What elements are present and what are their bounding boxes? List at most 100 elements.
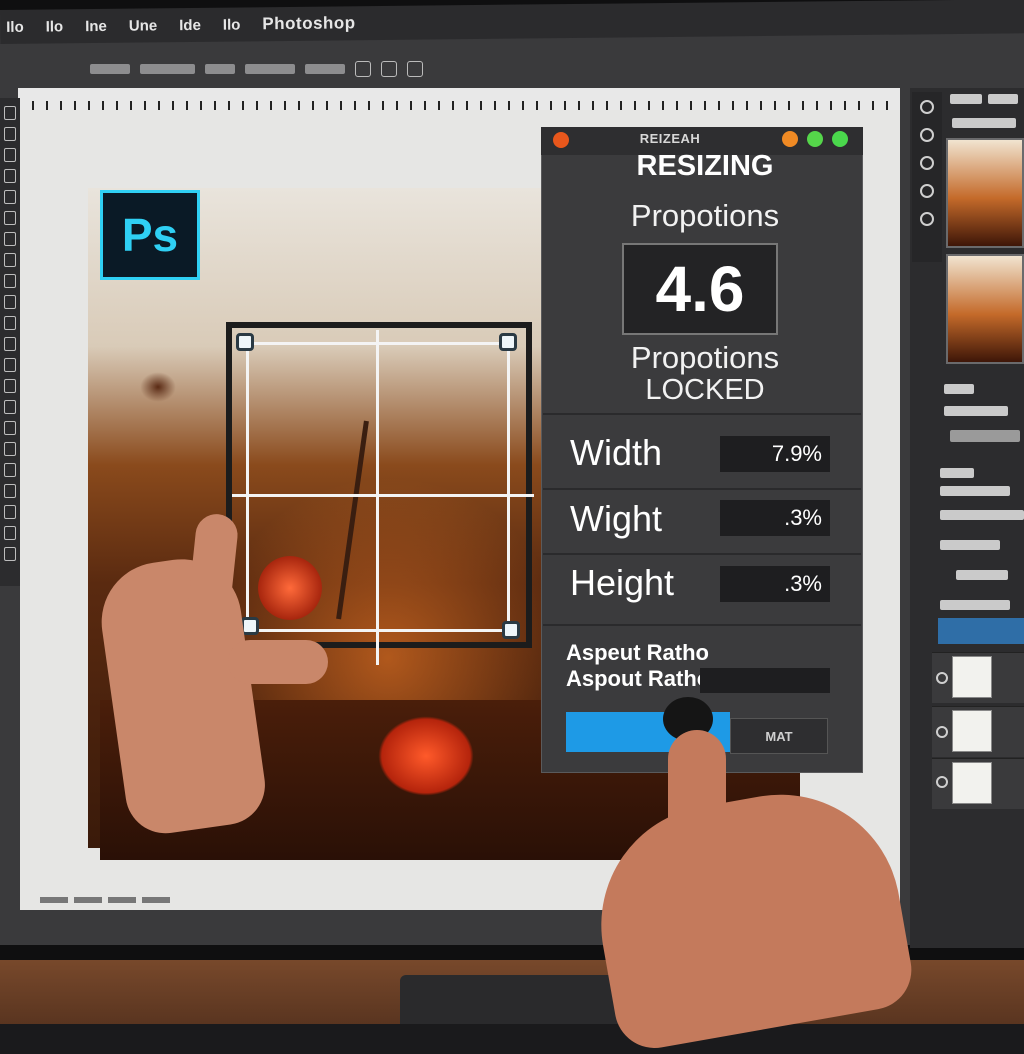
width-field[interactable]: 7.9% (720, 436, 830, 472)
tool-icon[interactable] (4, 169, 16, 183)
thumbnail[interactable] (946, 138, 1024, 248)
close-icon[interactable] (553, 132, 569, 148)
tool-icon[interactable] (4, 400, 16, 414)
crop-handle[interactable] (499, 333, 517, 351)
zoom-icon[interactable] (832, 131, 848, 147)
layer-thumbnail (952, 656, 992, 698)
crop-handle[interactable] (502, 621, 520, 639)
tool-icon[interactable] (4, 295, 16, 309)
tool-icon[interactable] (4, 274, 16, 288)
proportions-locked-label: Propotions (630, 340, 780, 375)
flower-decoration (378, 716, 474, 796)
panel-tab[interactable] (988, 94, 1018, 104)
thumbnail[interactable] (946, 254, 1024, 364)
menu-item[interactable]: Une (129, 17, 158, 34)
menu-item[interactable]: Ilo (46, 18, 64, 35)
eye-icon[interactable] (936, 672, 948, 684)
layer-thumbnail (952, 762, 992, 804)
tool-icon[interactable] (4, 127, 16, 141)
divider (543, 488, 861, 490)
panel-row[interactable] (940, 510, 1024, 520)
panel-tab[interactable] (950, 94, 982, 104)
tool-icon[interactable] (4, 526, 16, 540)
panel-row[interactable] (940, 540, 1000, 550)
status-bar (40, 897, 240, 909)
panel-slider[interactable] (950, 430, 1020, 442)
tool-icon[interactable] (4, 148, 16, 162)
panel-row[interactable] (944, 406, 1008, 416)
menu-item[interactable]: Ilo (223, 16, 241, 33)
tool-icon[interactable] (4, 484, 16, 498)
tool-icon[interactable] (4, 316, 16, 330)
panel-row[interactable] (940, 468, 974, 478)
ruler (18, 88, 900, 110)
panel-row[interactable] (940, 600, 1010, 610)
weight-field[interactable]: .3% (720, 500, 830, 536)
tool-icon[interactable] (4, 421, 16, 435)
maximize-icon[interactable] (807, 131, 823, 147)
option-item[interactable] (305, 64, 345, 74)
ratio-value: 4.6 (622, 243, 778, 335)
height-label: Height (570, 562, 675, 603)
panel-tab[interactable] (952, 118, 1016, 128)
layers-tab[interactable] (938, 618, 1024, 644)
panel-row[interactable] (944, 384, 974, 394)
height-field[interactable]: .3% (720, 566, 830, 602)
option-item[interactable] (90, 64, 130, 74)
option-item[interactable] (245, 64, 295, 74)
tool-icon[interactable] (4, 442, 16, 456)
dialog-title: RESIZING (636, 150, 774, 182)
tool-icon[interactable] (4, 463, 16, 477)
weight-label: Wight (570, 498, 663, 539)
menu-item[interactable]: Ilo (6, 18, 24, 35)
divider (543, 624, 861, 626)
proportions-label: Propotions (630, 198, 780, 233)
menu-item[interactable]: Ine (85, 17, 107, 34)
tool-icon[interactable] (4, 379, 16, 393)
tool-icon[interactable] (4, 505, 16, 519)
tool-bar (0, 98, 20, 586)
divider (543, 553, 861, 555)
width-label: Width (570, 432, 663, 473)
app-title: Photoshop (262, 13, 356, 34)
crop-gridline (232, 494, 534, 497)
flower-decoration (140, 372, 176, 402)
panel-icon[interactable] (920, 128, 934, 142)
option-toggle-icon[interactable] (407, 61, 423, 77)
option-item[interactable] (205, 64, 235, 74)
panel-icon[interactable] (920, 212, 934, 226)
panel-icon[interactable] (920, 100, 934, 114)
dialog-subtitle: REIZEAH (639, 131, 701, 146)
panel-row[interactable] (956, 570, 1008, 580)
panel-icon[interactable] (920, 156, 934, 170)
hand-finger (668, 730, 726, 890)
crop-handle[interactable] (236, 333, 254, 351)
option-toggle-icon[interactable] (355, 61, 371, 77)
panel-row[interactable] (940, 486, 1010, 496)
layer-thumbnail (952, 710, 992, 752)
aspect-ratio-field[interactable] (700, 668, 830, 693)
minimize-icon[interactable] (782, 131, 798, 147)
tool-icon[interactable] (4, 358, 16, 372)
tool-icon[interactable] (4, 106, 16, 120)
secondary-button[interactable]: MAT (730, 718, 828, 754)
tool-icon[interactable] (4, 190, 16, 204)
tool-icon[interactable] (4, 211, 16, 225)
option-toggle-icon[interactable] (381, 61, 397, 77)
locked-status: LOCKED (645, 374, 765, 406)
aspect-ratio-label: Aspeut Ratho (566, 640, 709, 665)
tool-icon[interactable] (4, 337, 16, 351)
tool-icon[interactable] (4, 232, 16, 246)
eye-icon[interactable] (936, 726, 948, 738)
aspect-ratio-label: Aspout Ratho (566, 666, 711, 691)
eye-icon[interactable] (936, 776, 948, 788)
panel-icon[interactable] (920, 184, 934, 198)
panel-icons (912, 92, 942, 262)
hand-thumb (228, 640, 328, 684)
crop-gridline (376, 330, 379, 665)
option-item[interactable] (140, 64, 195, 74)
tool-icon[interactable] (4, 253, 16, 267)
divider (543, 413, 861, 415)
menu-item[interactable]: Ide (179, 16, 201, 33)
tool-icon[interactable] (4, 547, 16, 561)
